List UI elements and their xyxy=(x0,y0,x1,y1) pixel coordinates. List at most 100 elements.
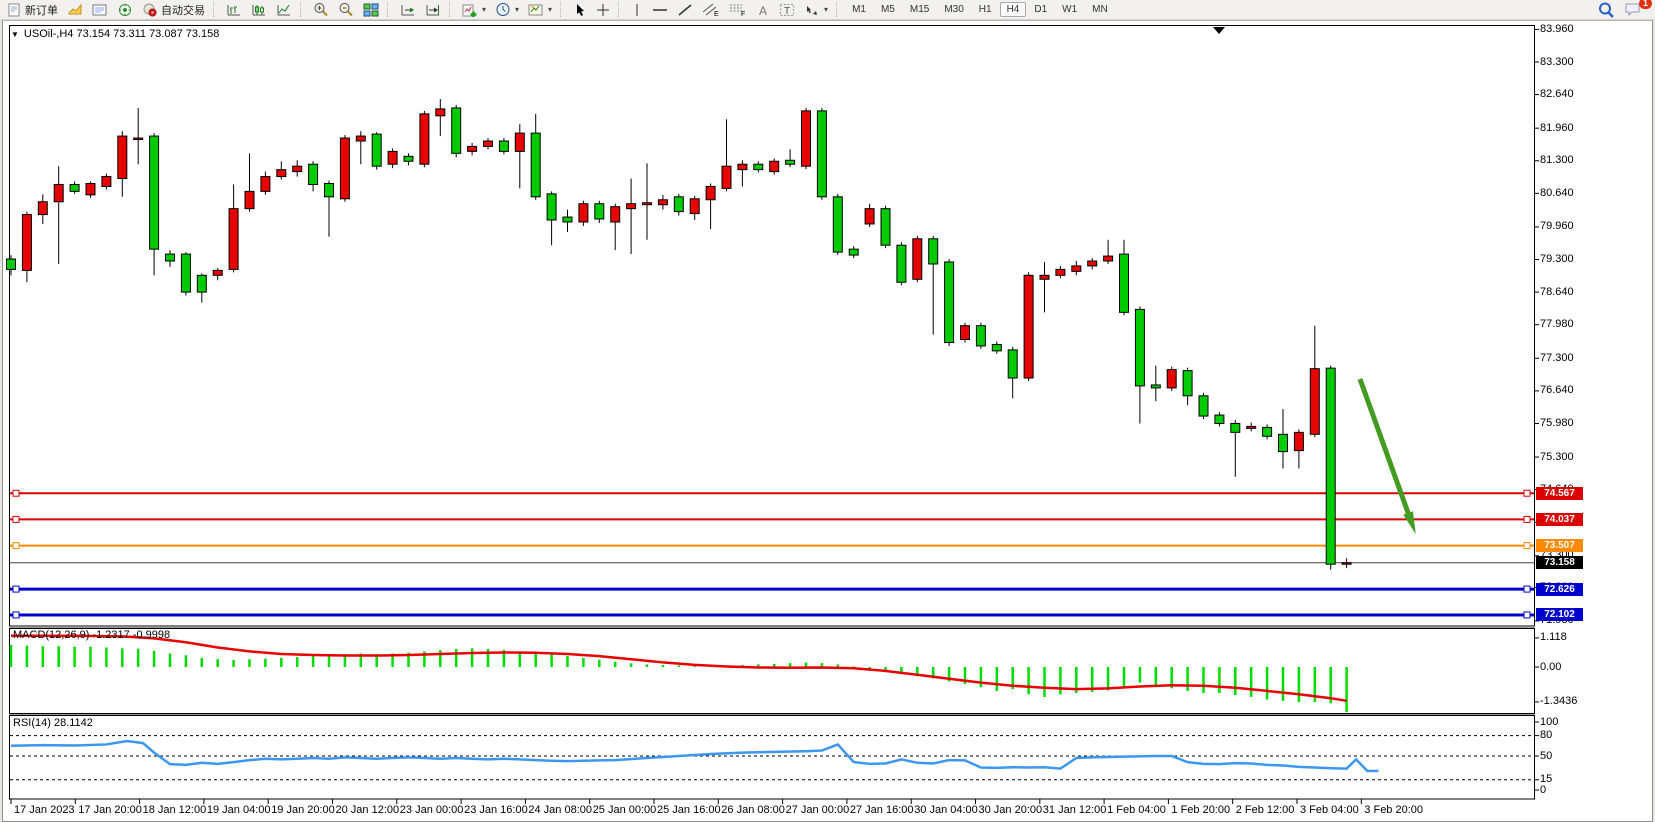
price-tick-label: 83.960 xyxy=(1540,23,1574,35)
zoom-in-button[interactable] xyxy=(309,1,333,18)
candle-up xyxy=(1310,369,1319,435)
candle-down xyxy=(786,160,795,164)
zoom-out-button[interactable] xyxy=(334,1,358,18)
candlestick-chart-button[interactable] xyxy=(247,1,271,18)
chart-window[interactable]: ▼ USOil-,H4 73.154 73.311 73.087 73.158 … xyxy=(2,20,1653,822)
timeframe-group: M1M5M15M30H1H4D1W1MN xyxy=(845,2,1115,17)
candle-up xyxy=(865,209,874,224)
time-tick-label: 27 Jan 00:00 xyxy=(786,804,850,816)
hline-handle xyxy=(13,490,19,496)
hline-handle xyxy=(13,612,19,618)
candle-up xyxy=(770,161,779,171)
trendline-button[interactable] xyxy=(673,1,697,18)
candle-up xyxy=(468,146,477,151)
candle-down xyxy=(1135,309,1144,386)
line-chart-button[interactable] xyxy=(272,1,296,18)
timeframe-w1[interactable]: W1 xyxy=(1055,2,1084,17)
new-order-button[interactable]: 新订单 xyxy=(3,1,62,18)
timeframe-m5[interactable]: M5 xyxy=(874,2,902,17)
ohlc-chart-button[interactable] xyxy=(222,1,246,18)
candle-up xyxy=(690,199,699,214)
new-order-icon xyxy=(7,3,22,17)
candle-down xyxy=(929,239,938,264)
candle-up xyxy=(1056,269,1065,275)
periods-button[interactable]: ▾ xyxy=(491,1,523,18)
candle-down xyxy=(897,245,906,282)
cursor-icon xyxy=(573,3,587,17)
indicators-button[interactable]: ▾ xyxy=(458,1,490,18)
separator xyxy=(836,2,841,17)
price-tick-label: 77.300 xyxy=(1540,352,1574,364)
candle-up xyxy=(356,136,365,141)
candle-down xyxy=(1183,371,1192,396)
time-tick-label: 19 Jan 20:00 xyxy=(271,804,335,816)
rsi-indicator-label: RSI(14) 28.1142 xyxy=(13,717,93,729)
candle-up xyxy=(436,109,445,116)
crosshair-button[interactable] xyxy=(592,1,614,18)
timeframe-m15[interactable]: M15 xyxy=(903,2,936,17)
candle-up xyxy=(1342,563,1351,565)
candle-down xyxy=(166,254,175,261)
templates-button[interactable]: ▾ xyxy=(524,1,556,18)
timeframe-h4[interactable]: H4 xyxy=(1000,2,1027,17)
navigator-icon xyxy=(117,3,133,17)
hline-handle xyxy=(1524,586,1530,592)
profiles-button[interactable] xyxy=(63,1,87,18)
chevron-down-icon[interactable]: ▼ xyxy=(11,30,19,39)
candle-down xyxy=(1199,396,1208,416)
text-button[interactable]: A xyxy=(752,1,774,18)
candle-up xyxy=(420,114,429,164)
tile-windows-button[interactable] xyxy=(359,1,383,18)
timeframe-m1[interactable]: M1 xyxy=(845,2,873,17)
text-label-button[interactable]: T xyxy=(775,1,799,18)
candle-down xyxy=(1279,434,1288,451)
price-badge: 73.158 xyxy=(1536,556,1583,569)
candle-down xyxy=(1151,385,1160,388)
separator xyxy=(300,2,305,17)
rsi-tick-label: 0 xyxy=(1540,784,1546,796)
indicators-icon xyxy=(462,3,478,17)
price-badge: 73.507 xyxy=(1536,539,1583,552)
search-button[interactable] xyxy=(1594,1,1619,18)
candle-down xyxy=(833,197,842,252)
candle-up xyxy=(388,151,397,164)
candle-down xyxy=(1215,415,1224,423)
price-tick-label: 82.640 xyxy=(1540,88,1574,100)
arrows-button[interactable]: ▾ xyxy=(800,1,832,18)
zoom-out-icon xyxy=(338,2,354,17)
timeframe-mn[interactable]: MN xyxy=(1085,2,1115,17)
auto-scroll-button[interactable] xyxy=(396,1,420,18)
timeframe-m30[interactable]: M30 xyxy=(937,2,970,17)
rsi-tick-label: 50 xyxy=(1540,750,1552,762)
candle-up xyxy=(802,111,811,166)
candle-up xyxy=(1167,370,1176,388)
price-chart-canvas[interactable] xyxy=(3,21,1652,821)
auto-trading-button[interactable]: 自动交易 xyxy=(138,1,209,18)
crosshair-icon xyxy=(596,3,610,17)
market-watch-button[interactable] xyxy=(88,1,112,18)
horizontal-line-button[interactable] xyxy=(648,1,672,18)
candle-down xyxy=(1008,350,1017,378)
candle-down xyxy=(197,275,206,292)
candle-down xyxy=(976,326,985,346)
time-tick-label: 25 Jan 00:00 xyxy=(593,804,657,816)
cursor-button[interactable] xyxy=(569,1,591,18)
chart-shift-button[interactable] xyxy=(421,1,445,18)
chart-shift-icon xyxy=(425,3,441,17)
navigator-button[interactable] xyxy=(113,1,137,18)
chart-title-text: USOil-,H4 73.154 73.311 73.087 73.158 xyxy=(24,28,220,40)
price-tick-label: 75.980 xyxy=(1540,417,1574,429)
vertical-line-button[interactable] xyxy=(627,1,647,18)
price-tick-label: 77.980 xyxy=(1540,318,1574,330)
arrows-icon xyxy=(804,3,820,17)
svg-text:A: A xyxy=(759,4,767,17)
equidistant-channel-button[interactable]: E xyxy=(698,1,724,18)
profiles-icon xyxy=(67,3,83,17)
timeframe-d1[interactable]: D1 xyxy=(1027,2,1054,17)
fibonacci-button[interactable]: F xyxy=(725,1,751,18)
notifications-button[interactable]: 1 xyxy=(1620,1,1646,18)
candle-up xyxy=(340,138,349,199)
timeframe-h1[interactable]: H1 xyxy=(972,2,999,17)
hline-handle xyxy=(1524,543,1530,549)
candle-up xyxy=(658,200,667,205)
